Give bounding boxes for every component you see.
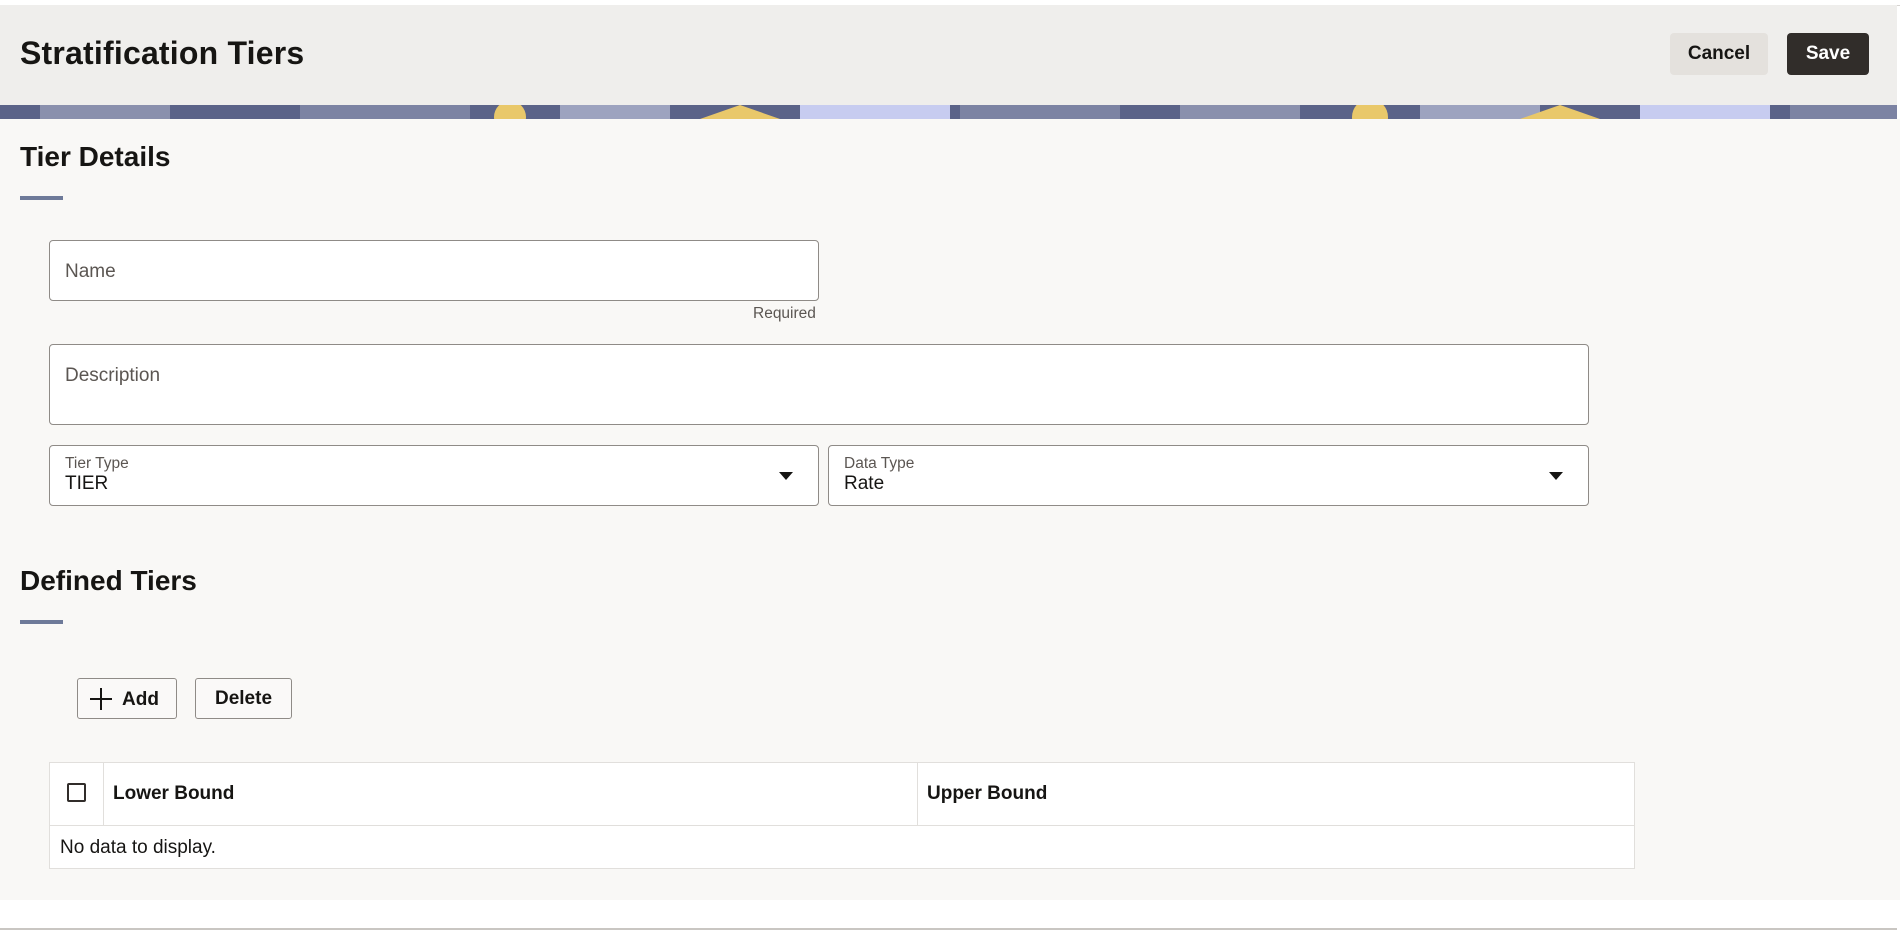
add-button[interactable]: Add: [77, 678, 177, 719]
name-required-hint: Required: [753, 305, 816, 322]
defined-tiers-underline: [20, 620, 63, 624]
data-type-select[interactable]: Data Type Rate: [828, 445, 1589, 506]
column-header-upper-bound[interactable]: Upper Bound: [918, 763, 1634, 825]
page-header: Stratification Tiers Cancel Save: [0, 5, 1897, 105]
cancel-button[interactable]: Cancel: [1670, 33, 1768, 75]
chevron-down-icon: [1549, 472, 1563, 480]
data-type-value: Rate: [844, 473, 885, 494]
add-button-label: Add: [122, 689, 159, 710]
tier-type-label: Tier Type: [65, 455, 129, 472]
description-placeholder: Description: [65, 365, 161, 386]
description-field[interactable]: Description: [49, 344, 1589, 425]
name-placeholder: Name: [65, 261, 116, 282]
tier-type-select[interactable]: Tier Type TIER: [49, 445, 819, 506]
decorative-banner: [0, 105, 1897, 119]
banner-pattern: [0, 105, 1897, 119]
table-header: Lower Bound Upper Bound: [50, 763, 1634, 826]
delete-button[interactable]: Delete: [195, 678, 292, 719]
tier-type-value: TIER: [65, 473, 109, 494]
column-header-lower-bound[interactable]: Lower Bound: [104, 763, 918, 825]
save-button[interactable]: Save: [1787, 33, 1869, 75]
name-field[interactable]: Name: [49, 240, 819, 301]
upper-bound-label: Upper Bound: [927, 783, 1048, 804]
page-title: Stratification Tiers: [20, 35, 305, 71]
defined-tiers-title: Defined Tiers: [20, 565, 197, 596]
data-type-label: Data Type: [844, 455, 915, 472]
empty-table-message: No data to display.: [60, 837, 216, 858]
select-all-checkbox[interactable]: [67, 783, 86, 802]
bottom-divider: [0, 928, 1897, 930]
lower-bound-label: Lower Bound: [113, 783, 235, 804]
defined-tiers-table: Lower Bound Upper Bound No data to displ…: [49, 762, 1635, 869]
tier-details-title: Tier Details: [20, 141, 171, 172]
tier-details-underline: [20, 196, 63, 200]
chevron-down-icon: [779, 472, 793, 480]
plus-icon: [90, 688, 112, 710]
select-all-cell: [50, 763, 104, 825]
